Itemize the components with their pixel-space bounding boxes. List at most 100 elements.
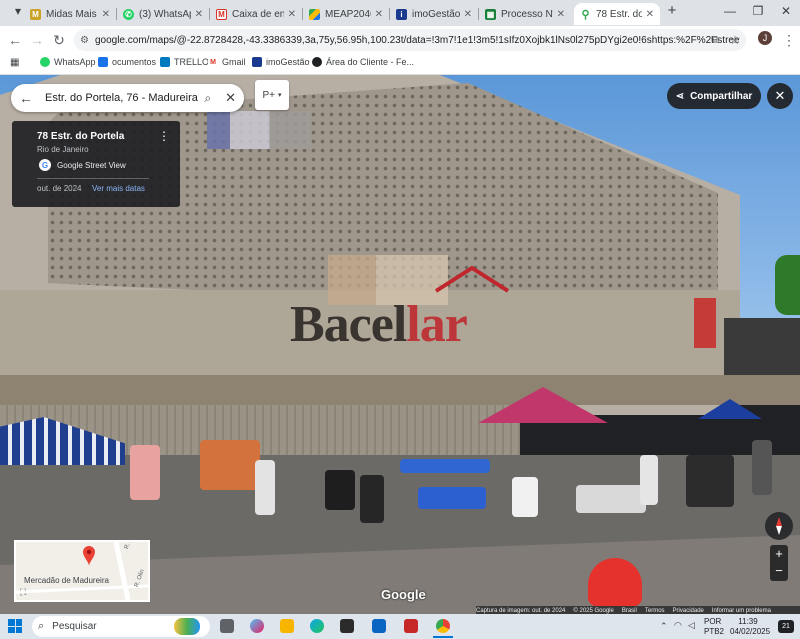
profile-avatar[interactable]: J bbox=[758, 31, 772, 45]
store-sign bbox=[694, 298, 716, 348]
install-app-icon[interactable]: ⧉ bbox=[706, 32, 724, 48]
bookmark-star-icon[interactable]: ☆ bbox=[726, 32, 744, 48]
card-subtitle: Rio de Janeiro bbox=[37, 145, 89, 154]
more-dates-link[interactable]: Ver mais datas bbox=[92, 184, 145, 193]
search-icon: ⌕ bbox=[38, 620, 45, 632]
bookmark-documentos[interactable]: ocumentos bbox=[98, 57, 156, 67]
close-tab-icon[interactable]: ✕ bbox=[464, 9, 472, 20]
location-info-card: 78 Estr. do Portela Rio de Janeiro ⋮ G G… bbox=[12, 121, 180, 207]
expand-icon[interactable]: ⛶ bbox=[20, 587, 26, 598]
new-tab-button[interactable]: + bbox=[662, 2, 682, 19]
address-bar[interactable]: ⚙ google.com/maps/@-22.8728428,-43.33863… bbox=[74, 29, 746, 51]
reload-icon[interactable]: ↻ bbox=[50, 32, 68, 48]
bookmark-imogestao[interactable]: imoGestão bbox=[252, 57, 310, 67]
bookmark-gmail[interactable]: M Gmail bbox=[208, 57, 246, 67]
watermark-logo: Bacellar bbox=[290, 296, 468, 353]
chevron-up-icon[interactable]: ⌃ bbox=[660, 621, 668, 632]
maps-footer: Captura de imagem: out. de 2024 © 2025 G… bbox=[476, 606, 800, 614]
bookmark-trello[interactable]: TRELLO bbox=[160, 57, 209, 67]
close-icon[interactable]: ✕ bbox=[225, 90, 236, 106]
card-source: Google Street View bbox=[57, 161, 126, 170]
drive-icon bbox=[309, 8, 320, 20]
tab-bar: M Midas Mais - ✕ ✆ (3) WhatsApp ✕ M Caix… bbox=[0, 0, 800, 26]
stall-clothes bbox=[130, 445, 160, 500]
minimap[interactable]: Mercadão de Madureira R. Aristid R. Olin… bbox=[14, 540, 150, 602]
menu-kebab-icon[interactable]: ⋮ bbox=[780, 32, 798, 48]
more-options-icon[interactable]: ⋮ bbox=[158, 129, 170, 143]
file-explorer-icon[interactable] bbox=[280, 619, 294, 633]
imogestao-icon: i bbox=[396, 8, 407, 20]
bookmark-area-cliente[interactable]: Área do Cliente - Fe... bbox=[312, 57, 414, 67]
tab-maps-active[interactable]: ⚲ 78 Estr. do Po ✕ bbox=[574, 3, 660, 25]
street-view-canvas[interactable]: Bacellar ← Estr. do Portela, 76 - Madure… bbox=[0, 75, 800, 614]
stall-table bbox=[400, 459, 490, 473]
maps-pin-icon: ⚲ bbox=[581, 8, 590, 21]
volume-icon[interactable]: ◁ bbox=[688, 620, 695, 631]
zoom-in-button[interactable]: + bbox=[770, 545, 788, 563]
card-divider bbox=[37, 178, 149, 179]
white-chair bbox=[512, 477, 538, 517]
card-date: out. de 2024 bbox=[37, 184, 82, 193]
stall-clothes bbox=[200, 440, 260, 490]
zoom-out-button[interactable]: − bbox=[770, 563, 788, 581]
zoom-control: + − bbox=[770, 545, 788, 581]
outlook-icon[interactable] bbox=[372, 619, 386, 633]
search-icon[interactable]: ⌕ bbox=[204, 91, 211, 106]
trash-can bbox=[360, 475, 384, 523]
windows-start-icon[interactable] bbox=[8, 619, 22, 633]
clock[interactable]: 11:39 04/02/2025 bbox=[730, 617, 770, 637]
back-arrow-icon[interactable]: ← bbox=[19, 90, 33, 106]
layers-button[interactable]: P+ ▾ bbox=[255, 80, 289, 110]
copilot-icon[interactable] bbox=[250, 619, 264, 633]
tab-search-icon[interactable]: ▾ bbox=[8, 4, 28, 18]
bookmark-whatsapp[interactable]: WhatsApp bbox=[40, 57, 96, 67]
tab-imogestao[interactable]: i imoGestão - ✕ bbox=[390, 3, 478, 25]
wifi-icon[interactable]: ◠ bbox=[674, 620, 682, 631]
search-input[interactable]: Estr. do Portela, 76 - Madureira bbox=[45, 92, 204, 104]
tab-processo[interactable]: ▦ Processo Nº ✕ bbox=[479, 3, 571, 25]
maps-search-box[interactable]: ← Estr. do Portela, 76 - Madureira ⌕ ✕ bbox=[11, 84, 244, 112]
trash-can bbox=[325, 470, 355, 510]
blurred-region bbox=[207, 111, 311, 149]
person bbox=[255, 460, 275, 515]
close-window-icon[interactable]: ✕ bbox=[776, 4, 796, 18]
globe-icon bbox=[312, 57, 322, 67]
site-info-icon[interactable]: ⚙ bbox=[80, 35, 89, 46]
close-tab-icon[interactable]: ✕ bbox=[557, 9, 565, 20]
minimap-place-label: Mercadão de Madureira bbox=[24, 576, 109, 585]
close-tab-icon[interactable]: ✕ bbox=[288, 9, 296, 20]
notification-badge[interactable]: 21 bbox=[778, 620, 794, 633]
task-view-icon[interactable] bbox=[220, 619, 234, 633]
store-icon[interactable] bbox=[340, 619, 354, 633]
tab-midas[interactable]: M Midas Mais - ✕ bbox=[24, 3, 116, 25]
tree bbox=[775, 255, 800, 315]
share-icon: ⋖ bbox=[675, 90, 685, 102]
maximize-icon[interactable]: ❐ bbox=[748, 4, 768, 18]
close-tab-icon[interactable]: ✕ bbox=[375, 9, 383, 20]
midas-icon: M bbox=[30, 8, 41, 20]
person bbox=[752, 440, 772, 495]
taskbar-search[interactable]: ⌕ Pesquisar bbox=[32, 616, 210, 637]
close-tab-icon[interactable]: ✕ bbox=[102, 9, 110, 20]
bookmarks-bar: ▦ WhatsApp ocumentos TRELLO M Gmail imoGe… bbox=[0, 54, 800, 75]
tab-whatsapp[interactable]: ✆ (3) WhatsApp ✕ bbox=[117, 3, 209, 25]
stall-table bbox=[576, 485, 646, 513]
tab-gmail[interactable]: M Caixa de entra ✕ bbox=[210, 3, 302, 25]
share-button[interactable]: ⋖ Compartilhar bbox=[667, 83, 761, 109]
chrome-icon[interactable] bbox=[436, 619, 450, 633]
edge-icon[interactable] bbox=[310, 619, 324, 633]
motorcycle bbox=[686, 455, 734, 507]
compass-icon[interactable] bbox=[765, 512, 793, 540]
close-tab-icon[interactable]: ✕ bbox=[646, 9, 654, 20]
close-tab-icon[interactable]: ✕ bbox=[195, 9, 203, 20]
app-icon[interactable] bbox=[404, 619, 418, 633]
back-arrow-icon[interactable]: ← bbox=[6, 32, 24, 48]
forward-arrow-icon[interactable]: → bbox=[28, 32, 46, 48]
input-language[interactable]: POR PTB2 bbox=[704, 617, 724, 637]
browser-toolbar: ← → ↻ ⚙ google.com/maps/@-22.8728428,-43… bbox=[0, 26, 800, 54]
tab-drive[interactable]: MEAP20461 - ✕ bbox=[303, 3, 389, 25]
close-street-view-button[interactable]: ✕ bbox=[767, 83, 793, 109]
search-highlight-icon bbox=[174, 618, 200, 635]
minimize-icon[interactable]: — bbox=[720, 4, 740, 18]
apps-grid-icon[interactable]: ▦ bbox=[10, 57, 19, 68]
